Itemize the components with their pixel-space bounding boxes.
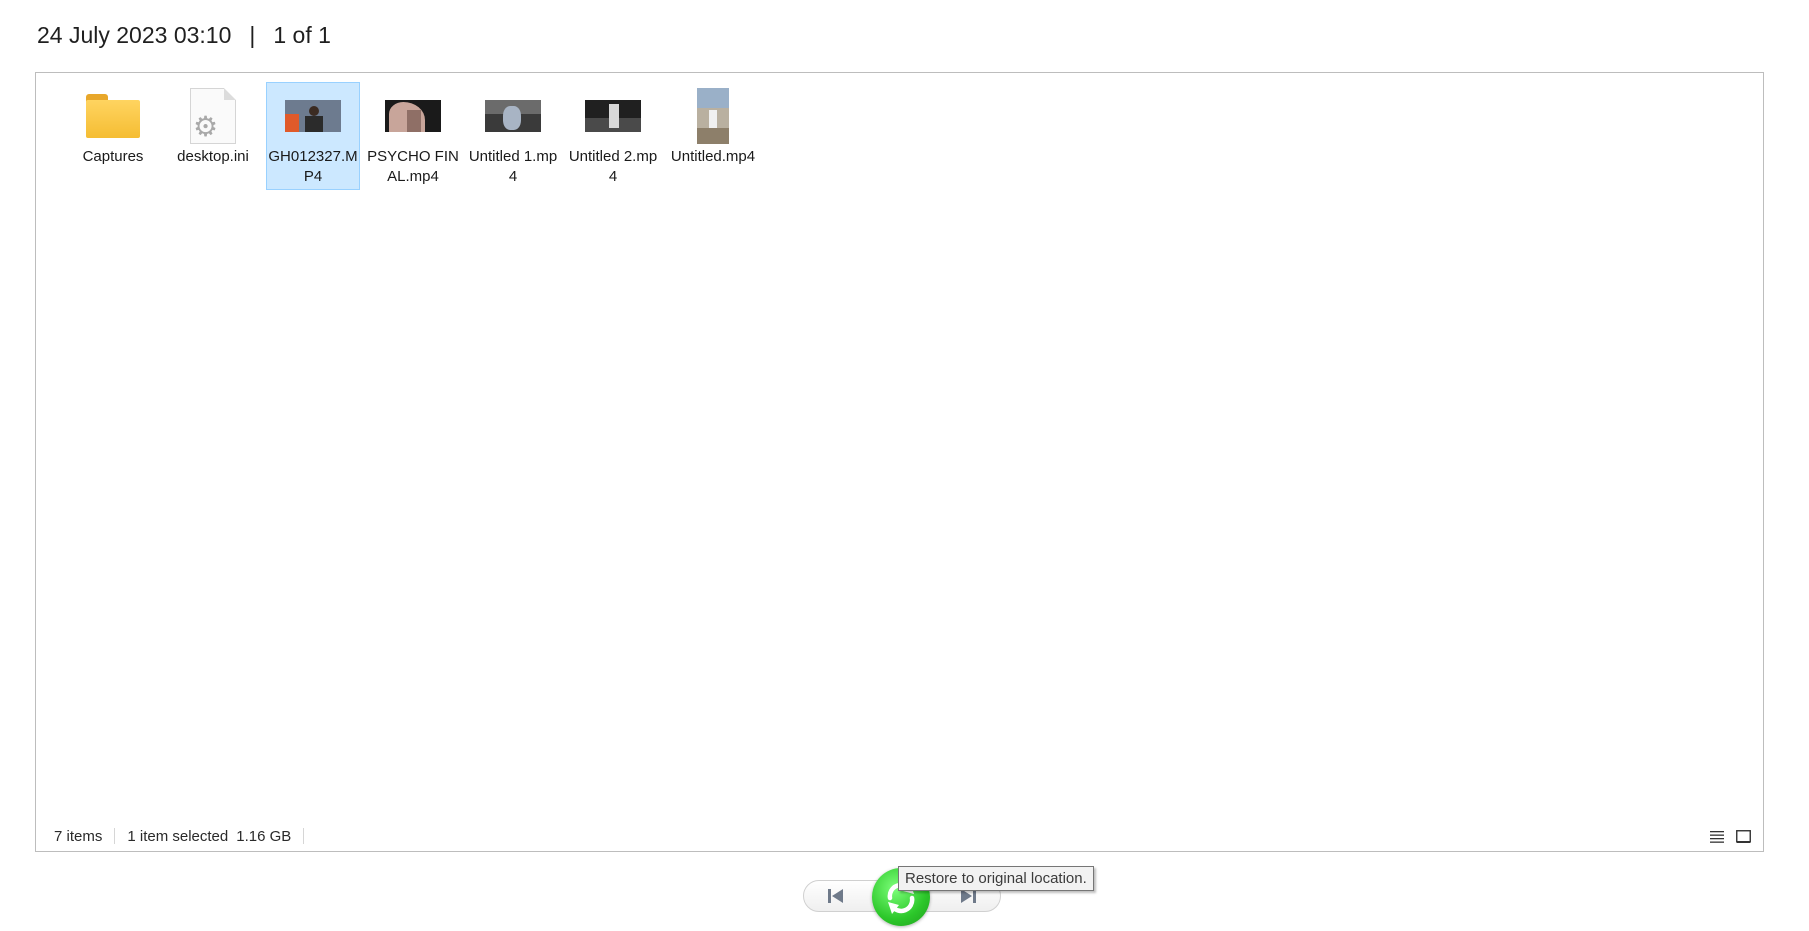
file-item-captures[interactable]: Captures — [66, 82, 160, 190]
file-name: Untitled 1.mp4 — [468, 148, 558, 185]
snapshot-date: 24 July 2023 03:10 — [37, 22, 232, 48]
status-divider — [303, 828, 305, 844]
file-name: PSYCHO FINAL.mp4 — [367, 148, 459, 185]
file-name: Captures — [82, 148, 144, 165]
file-name: Untitled.mp4 — [670, 148, 756, 165]
video-thumbnail — [681, 87, 745, 145]
file-name: desktop.ini — [177, 148, 249, 165]
item-count: 7 items — [54, 827, 103, 845]
file-list: Captures ⚙ desktop.ini GH012327.MP4 PSYC… — [66, 82, 760, 190]
folder-icon — [81, 87, 145, 145]
settings-file-icon: ⚙ — [181, 87, 245, 145]
snapshot-header: 24 July 2023 03:10 | 1 of 1 — [37, 22, 331, 49]
file-item-untitled-2[interactable]: Untitled 2.mp4 — [566, 82, 660, 190]
video-thumbnail — [281, 87, 345, 145]
video-thumbnail — [381, 87, 445, 145]
file-item-gh012327[interactable]: GH012327.MP4 — [266, 82, 360, 190]
details-view-icon[interactable] — [1709, 829, 1725, 845]
status-divider — [114, 828, 116, 844]
selected-size: 1.16 GB — [236, 827, 292, 845]
video-thumbnail — [581, 87, 645, 145]
selection-info: 1 item selected 1.16 GB — [127, 828, 291, 845]
large-icons-view-icon[interactable] — [1735, 829, 1751, 845]
selected-count: 1 item selected — [127, 827, 229, 845]
file-explorer-pane: Captures ⚙ desktop.ini GH012327.MP4 PSYC… — [35, 72, 1764, 852]
page-info: 1 of 1 — [273, 22, 331, 48]
header-separator: | — [249, 22, 256, 48]
file-name: GH012327.MP4 — [268, 148, 358, 185]
restore-tooltip: Restore to original location. — [898, 866, 1094, 891]
previous-version-button[interactable] — [821, 886, 851, 906]
file-item-untitled[interactable]: Untitled.mp4 — [666, 82, 760, 190]
file-item-untitled-1[interactable]: Untitled 1.mp4 — [466, 82, 560, 190]
video-thumbnail — [481, 87, 545, 145]
view-switcher — [1709, 829, 1751, 845]
file-item-desktop-ini[interactable]: ⚙ desktop.ini — [166, 82, 260, 190]
file-item-psycho-final[interactable]: PSYCHO FINAL.mp4 — [366, 82, 460, 190]
status-bar: 7 items 1 item selected 1.16 GB — [36, 821, 1763, 851]
file-name: Untitled 2.mp4 — [568, 148, 658, 185]
